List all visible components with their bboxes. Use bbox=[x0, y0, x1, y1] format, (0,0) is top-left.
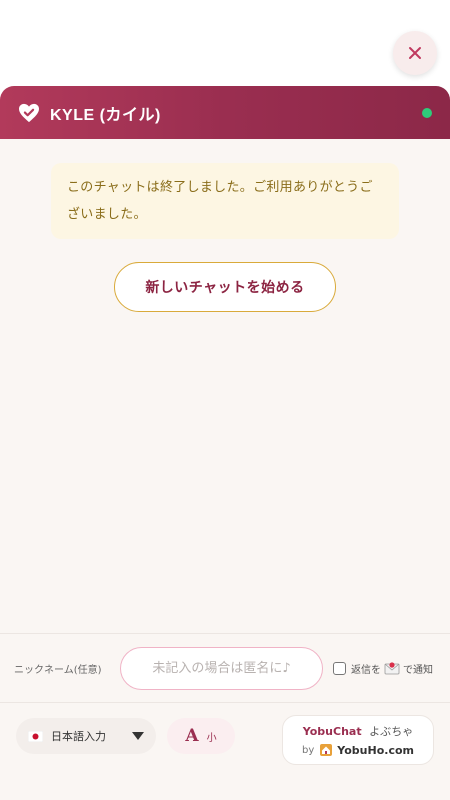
envelope-icon bbox=[384, 662, 400, 675]
nickname-input[interactable] bbox=[120, 646, 323, 690]
heart-check-icon bbox=[19, 103, 39, 122]
brand-name: YobuChat bbox=[302, 725, 362, 738]
brand-site: YobuHo.com bbox=[337, 743, 414, 757]
chat-window: KYLE (カイル) このチャットは終了しました。ご利用ありがとうございました。… bbox=[0, 86, 450, 800]
japan-flag-icon bbox=[28, 730, 43, 742]
new-chat-button[interactable]: 新しいチャットを始める bbox=[114, 262, 336, 312]
language-select[interactable]: 日本語入力 bbox=[16, 718, 156, 754]
close-icon bbox=[409, 47, 421, 59]
reply-notify-toggle[interactable]: 返信を で通知 bbox=[333, 661, 433, 676]
house-logo-icon bbox=[320, 744, 333, 756]
chat-ended-notice: このチャットは終了しました。ご利用ありがとうございました。 bbox=[51, 163, 399, 239]
reply-notify-checkbox[interactable] bbox=[333, 661, 346, 675]
footer: 日本語入力 A 小 YobuChat よぶちゃ by YobuHo.com bbox=[0, 703, 450, 800]
chat-header: KYLE (カイル) bbox=[0, 86, 450, 139]
nickname-row: ニックネーム(任意) 返信を で通知 bbox=[0, 633, 450, 703]
brand-byline: by YobuHo.com bbox=[302, 743, 414, 757]
reply-notify-label-before: 返信を bbox=[351, 664, 381, 676]
brand-badge[interactable]: YobuChat よぶちゃ by YobuHo.com bbox=[282, 715, 434, 765]
language-select-value: 日本語入力 bbox=[51, 730, 106, 743]
agent-name: KYLE (カイル) bbox=[50, 106, 161, 124]
font-size-icon: A bbox=[185, 726, 199, 746]
chevron-down-icon bbox=[132, 732, 144, 740]
close-button[interactable] bbox=[393, 31, 437, 75]
nickname-label: ニックネーム(任意) bbox=[14, 664, 102, 676]
brand-title: YobuChat よぶちゃ bbox=[303, 723, 413, 739]
font-size-label: 小 bbox=[206, 732, 217, 744]
new-chat-button-label: 新しいチャットを始める bbox=[145, 280, 305, 296]
notice-text: このチャットは終了しました。ご利用ありがとうございました。 bbox=[67, 180, 373, 222]
brand-kana: よぶちゃ bbox=[369, 725, 414, 738]
online-status-indicator bbox=[422, 107, 432, 118]
font-size-toggle[interactable]: A 小 bbox=[167, 718, 235, 754]
brand-by: by bbox=[302, 744, 315, 756]
reply-notify-label-after: で通知 bbox=[403, 664, 433, 676]
